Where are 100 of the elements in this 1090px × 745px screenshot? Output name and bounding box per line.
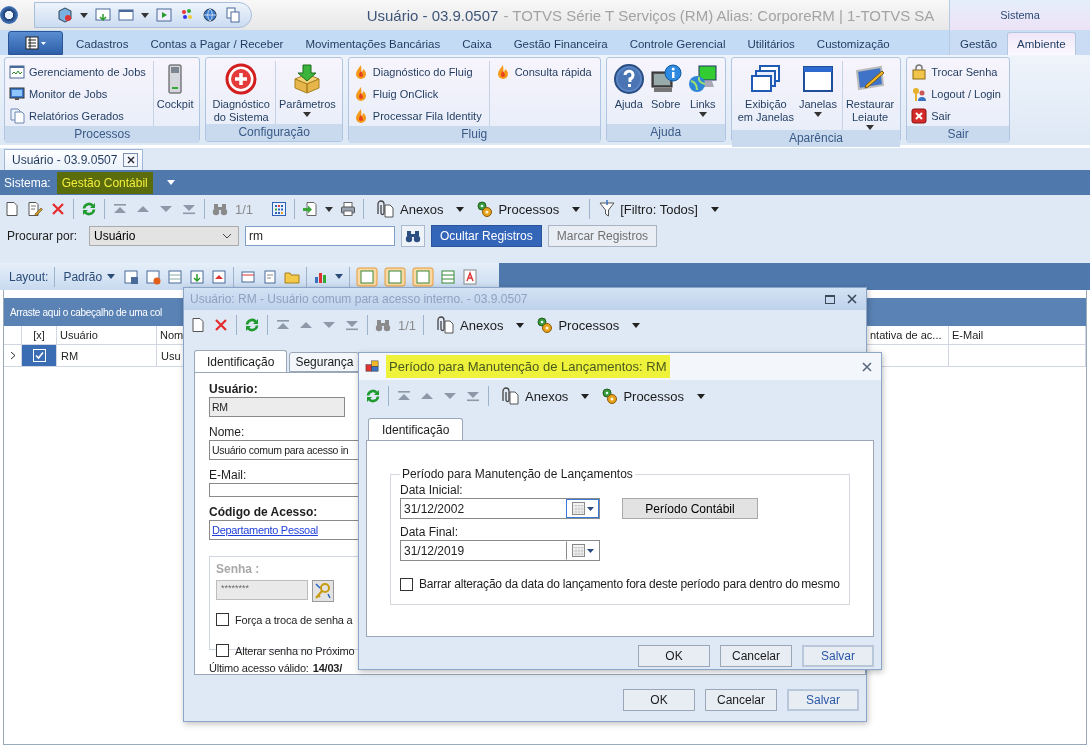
window-download-icon[interactable] xyxy=(95,7,111,23)
new-icon[interactable] xyxy=(190,317,206,333)
copy-icon[interactable] xyxy=(225,7,241,23)
table-import-icon[interactable] xyxy=(189,268,206,285)
action-button[interactable]: Ocultar Registros xyxy=(431,225,542,247)
ribbon-button[interactable]: Exibição em Janelas xyxy=(735,61,796,130)
globe-icon[interactable] xyxy=(202,7,218,23)
caret-icon[interactable] xyxy=(335,274,344,279)
help-icon xyxy=(612,63,645,95)
action-button[interactable]: Marcar Registros xyxy=(547,225,658,247)
refresh-icon[interactable] xyxy=(81,201,97,217)
play-window-icon[interactable] xyxy=(156,7,172,23)
toolbar-menu[interactable]: Anexos xyxy=(431,316,527,334)
ribbon-tab[interactable]: Customização xyxy=(805,32,901,55)
date-field[interactable]: 31/12/2019 xyxy=(400,540,600,561)
search-field-dropdown[interactable]: Usuário xyxy=(89,226,240,246)
ribbon-button[interactable]: Sair xyxy=(910,105,1002,126)
caret-icon[interactable] xyxy=(166,180,175,185)
delete-icon[interactable] xyxy=(50,201,66,217)
ribbon-button[interactable]: Monitor de Jobs xyxy=(8,83,147,104)
ribbon-button[interactable]: Trocar Senha xyxy=(910,61,1002,82)
ribbon-tab[interactable]: Caixa xyxy=(451,32,503,55)
ribbon-tab[interactable]: Contas a Pagar / Receber xyxy=(139,32,295,55)
date-picker-button[interactable] xyxy=(566,499,599,518)
date-field[interactable]: 31/12/2002 xyxy=(400,498,600,519)
refresh-icon[interactable] xyxy=(244,317,260,333)
ribbon-button[interactable]: Logout / Login xyxy=(910,83,1002,104)
ribbon-button[interactable]: Janelas xyxy=(797,61,839,130)
dialog-tab[interactable]: Segurança xyxy=(289,352,360,372)
ribbon-button[interactable]: Parâmetros xyxy=(276,61,338,124)
layout-dropdown[interactable]: Padrão xyxy=(61,269,118,284)
ribbon-tab[interactable]: Ambiente xyxy=(1007,32,1076,55)
app-logo-icon[interactable] xyxy=(0,6,18,24)
table-export-icon[interactable] xyxy=(211,268,228,285)
toolbar-menu[interactable]: Processos xyxy=(598,387,708,405)
ribbon-button[interactable]: Relatórios Gerados xyxy=(8,105,147,126)
ribbon-button[interactable]: Sobre xyxy=(647,61,684,124)
column-header[interactable]: [x] xyxy=(22,326,57,344)
ribbon-button[interactable]: Consulta rápida xyxy=(493,61,593,82)
remove-layout-icon[interactable] xyxy=(145,268,162,285)
ribbon-tab[interactable]: Controle Gerencial xyxy=(618,32,737,55)
ribbon-tab[interactable]: Cadastros xyxy=(65,32,140,55)
checkbox[interactable] xyxy=(400,577,413,591)
caret-icon[interactable] xyxy=(325,206,334,212)
printer-icon[interactable] xyxy=(340,201,357,217)
ribbon-button[interactable]: Diagnóstico do Sistema xyxy=(210,61,272,124)
delete-icon[interactable] xyxy=(213,317,229,333)
ribbon-button[interactable]: Diagnóstico do Fluig xyxy=(351,61,483,82)
import-icon[interactable] xyxy=(302,201,319,217)
dialog-button[interactable]: Salvar xyxy=(802,645,874,667)
dialog-button[interactable]: OK xyxy=(623,689,695,711)
dialog-tab[interactable]: Identificação xyxy=(368,418,464,440)
refresh-icon[interactable] xyxy=(365,388,381,404)
column-header[interactable]: Usuário xyxy=(57,326,157,344)
table-icon[interactable] xyxy=(167,268,184,285)
ribbon-button[interactable]: Links xyxy=(684,61,721,124)
toolbar-menu[interactable]: [Filtro: Todos] xyxy=(597,200,721,218)
dialog-tab[interactable]: Identificação xyxy=(194,350,288,372)
system-selector[interactable]: Gestão Contábil xyxy=(56,171,153,194)
ribbon-tab[interactable]: Gestão Financeira xyxy=(502,32,619,55)
toolbar-menu[interactable]: Anexos xyxy=(496,387,592,405)
column-header[interactable]: E-Mail xyxy=(949,326,1086,344)
caret-icon[interactable] xyxy=(141,12,149,18)
edit-icon[interactable] xyxy=(27,201,43,217)
close-button[interactable] xyxy=(123,153,139,167)
caret-icon[interactable] xyxy=(80,12,88,18)
dialog-button[interactable]: Salvar xyxy=(787,689,859,711)
ribbon-button[interactable]: Processar Fila Identity xyxy=(351,105,483,126)
ribbon-button[interactable]: Cockpit xyxy=(154,61,196,126)
toolbar-menu[interactable]: Processos xyxy=(533,316,643,334)
dialog-button[interactable]: Cancelar xyxy=(720,645,792,667)
dialog-button[interactable]: OK xyxy=(638,645,710,667)
save-layout-icon[interactable] xyxy=(123,268,140,285)
ribbon-tab[interactable]: Movimentações Bancárias xyxy=(294,32,452,55)
new-icon[interactable] xyxy=(4,201,20,217)
toolbar-menu[interactable]: Processos xyxy=(473,200,583,218)
document-edit-icon[interactable] xyxy=(262,268,279,285)
toolbar-menu[interactable]: Anexos xyxy=(371,200,467,218)
ribbon-button[interactable]: Restaurar Leiaute xyxy=(843,61,897,130)
cube-icon[interactable] xyxy=(57,7,73,23)
window-icon[interactable] xyxy=(118,7,134,23)
grid-icon[interactable] xyxy=(271,201,288,217)
highlighted-table-icon[interactable] xyxy=(384,266,407,287)
font-icon[interactable] xyxy=(462,268,479,285)
search-input[interactable]: rm xyxy=(245,226,396,246)
access-code-link[interactable]: Departamento Pessoal xyxy=(212,524,318,536)
ribbon-button[interactable]: Fluig OnClick xyxy=(351,83,483,104)
table-icon[interactable] xyxy=(440,268,457,285)
ribbon-button[interactable]: Gerenciamento de Jobs xyxy=(8,61,147,82)
highlighted-table-icon[interactable] xyxy=(412,266,435,287)
highlighted-table-icon[interactable] xyxy=(356,266,379,287)
document-tab[interactable]: Usuário - 03.9.0507 xyxy=(4,149,144,170)
period-button[interactable]: Período Contábil xyxy=(622,498,758,519)
text-field[interactable]: RM xyxy=(209,397,345,417)
ribbon-tab[interactable]: Gestão xyxy=(950,32,1008,55)
dialog-button[interactable]: Cancelar xyxy=(705,689,777,711)
ribbon-button[interactable]: Ajuda xyxy=(610,61,647,124)
ribbon-tab[interactable]: Utilitários xyxy=(736,32,806,55)
columns-icon[interactable] xyxy=(240,268,257,285)
application-menu-button[interactable] xyxy=(8,31,63,55)
